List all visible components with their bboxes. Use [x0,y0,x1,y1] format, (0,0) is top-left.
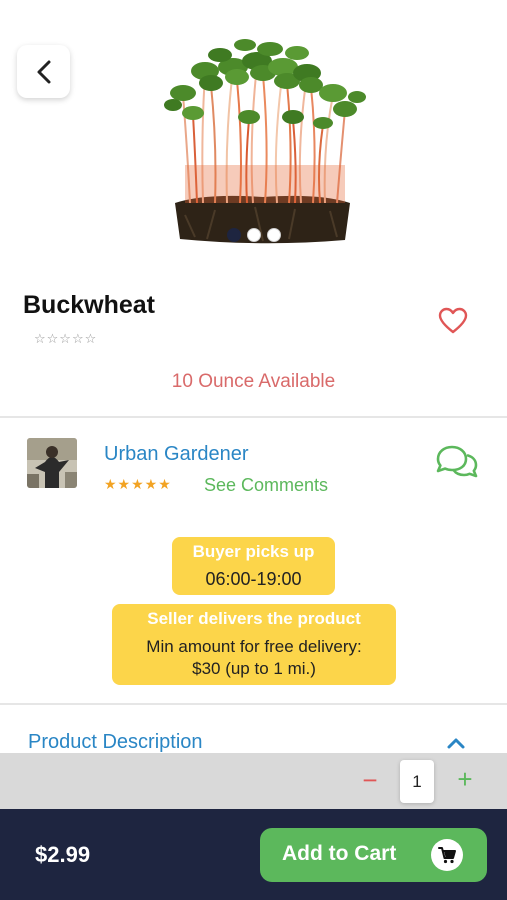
cart-icon [431,839,463,871]
quantity-field[interactable]: 1 [400,760,434,803]
back-button[interactable] [17,45,70,98]
divider [0,416,507,418]
product-rating: ☆☆☆☆☆ [34,331,98,346]
checkout-footer: $2.99 Add to Cart [0,809,507,900]
carousel-dot[interactable] [226,228,241,242]
product-price: $2.99 [35,842,91,867]
seller-name-link[interactable]: Urban Gardener [104,443,249,466]
pickup-heading: Buyer picks up [192,542,315,561]
delivery-heading: Seller delivers the product [147,609,361,628]
pickup-hours: 06:00-19:00 [205,569,302,589]
product-image [164,39,366,244]
availability-text: 10 Ounce Available [171,371,336,392]
avatar[interactable] [27,438,77,488]
add-to-cart-button[interactable]: Add to Cart [260,828,487,882]
product-image-carousel[interactable] [0,0,507,265]
add-to-cart-label: Add to Cart [282,842,397,865]
divider [0,703,507,705]
carousel-indicator [0,228,507,242]
delivery-details: Min amount for free delivery: $30 (up to… [112,636,396,680]
delivery-threshold: $30 (up to 1 mi.) [192,659,316,678]
product-description-header[interactable]: Product Description [28,731,203,754]
delivery-min-amount: Min amount for free delivery: [146,637,362,656]
decrease-quantity-button[interactable]: − [357,765,383,795]
product-title: Buckwheat [23,291,155,319]
increase-quantity-button[interactable]: + [451,764,479,794]
chevron-left-icon [37,60,50,83]
carousel-dot[interactable] [246,228,261,242]
chat-bubbles-icon[interactable] [434,443,480,479]
chevron-up-icon[interactable] [445,735,467,751]
heart-outline-icon[interactable] [438,307,468,335]
carousel-dot[interactable] [266,228,281,242]
delivery-badge: Seller delivers the product Min amount f… [112,604,396,685]
pickup-badge: Buyer picks up 06:00-19:00 [172,537,335,595]
quantity-stepper: − 1 + [0,753,507,809]
seller-rating: ★★★★★ [104,476,172,492]
see-comments-link[interactable]: See Comments [204,475,328,496]
